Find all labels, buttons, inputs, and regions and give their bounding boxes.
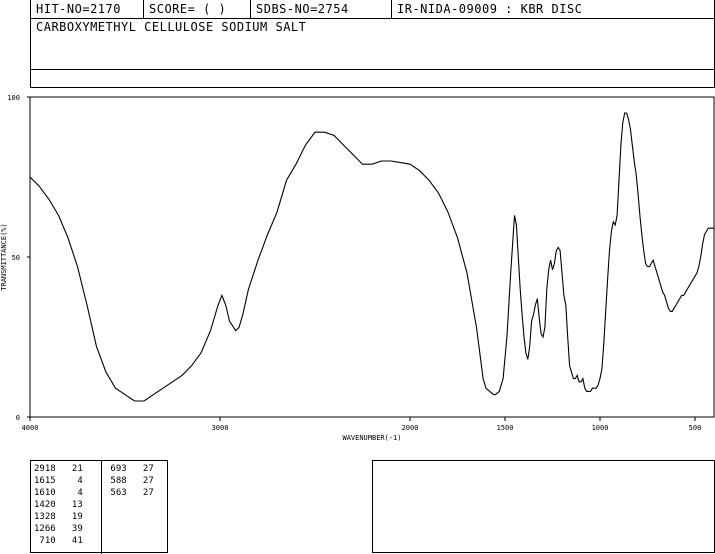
ir-spectrum-chart: 4000 3000 2000 1500 1000 500 0 50 100 WAVENUMBER… <box>0 94 715 442</box>
y-axis-label: TRANSMITTANCE(%) <box>0 223 8 290</box>
peak-row: 1615 4 <box>34 476 83 486</box>
x-tick-label: 1500 <box>497 424 514 432</box>
x-tick-label: 1000 <box>592 424 609 432</box>
x-tick-label: 500 <box>689 424 702 432</box>
peak-row: 1266 39 <box>34 524 83 534</box>
peak-row: 588 27 <box>105 476 154 486</box>
peak-column-left: 2918 21 1615 4 1610 4 1420 13 1328 19 1266 39… <box>34 463 83 547</box>
x-axis-label: WAVENUMBER(-1) <box>342 434 401 442</box>
peak-row: 1610 4 <box>34 488 83 498</box>
peak-row: 710 41 <box>34 536 83 546</box>
y-tick-label: 100 <box>7 94 20 102</box>
peak-row: 1328 19 <box>34 512 83 522</box>
x-tick-label: 4000 <box>22 424 39 432</box>
peak-column-right: 693 27 588 27 563 27 <box>105 463 154 499</box>
x-tick-label: 2000 <box>402 424 419 432</box>
plot-frame <box>29 96 715 418</box>
spectrum-line <box>29 112 714 402</box>
info-box <box>372 460 715 553</box>
x-tick-label: 3000 <box>212 424 229 432</box>
y-tick-label: 0 <box>16 414 20 422</box>
peak-row: 1420 13 <box>34 500 83 510</box>
peak-row: 2918 21 <box>34 464 83 474</box>
peak-row: 693 27 <box>105 464 154 474</box>
peak-row: 563 27 <box>105 488 154 498</box>
y-tick-label: 50 <box>12 254 20 262</box>
peak-table: 2918 21 1615 4 1610 4 1420 13 1328 19 1266 39… <box>30 460 168 554</box>
